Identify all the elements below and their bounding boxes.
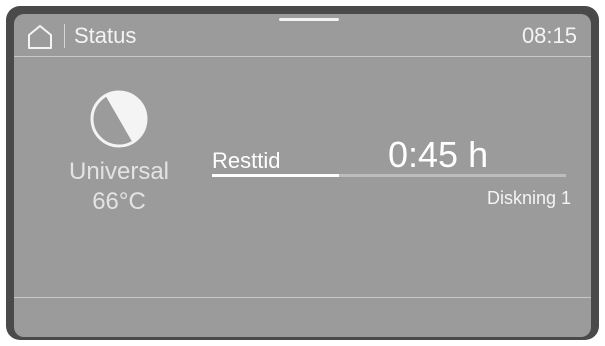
remaining-time-value: 0:45 h	[388, 134, 489, 175]
page-title: Status	[74, 23, 137, 48]
remaining-time-label: Resttid	[212, 148, 281, 173]
program-phase: Diskning 1	[486, 188, 571, 208]
progress-bar	[212, 174, 566, 177]
display-screen: Status 08:15 Universal 66°C Resttid 0:45…	[14, 14, 591, 337]
bottom-divider	[14, 297, 591, 298]
header-divider	[64, 24, 65, 48]
home-button[interactable]	[26, 24, 54, 50]
program-name: Universal	[68, 158, 170, 185]
progress-bar-fill	[212, 174, 340, 177]
program-temperature: 66°C	[92, 188, 146, 215]
home-icon	[28, 25, 52, 49]
top-bar: Status 08:15	[14, 14, 591, 57]
clock: 08:15	[521, 23, 577, 48]
program-universal-icon	[88, 88, 150, 150]
